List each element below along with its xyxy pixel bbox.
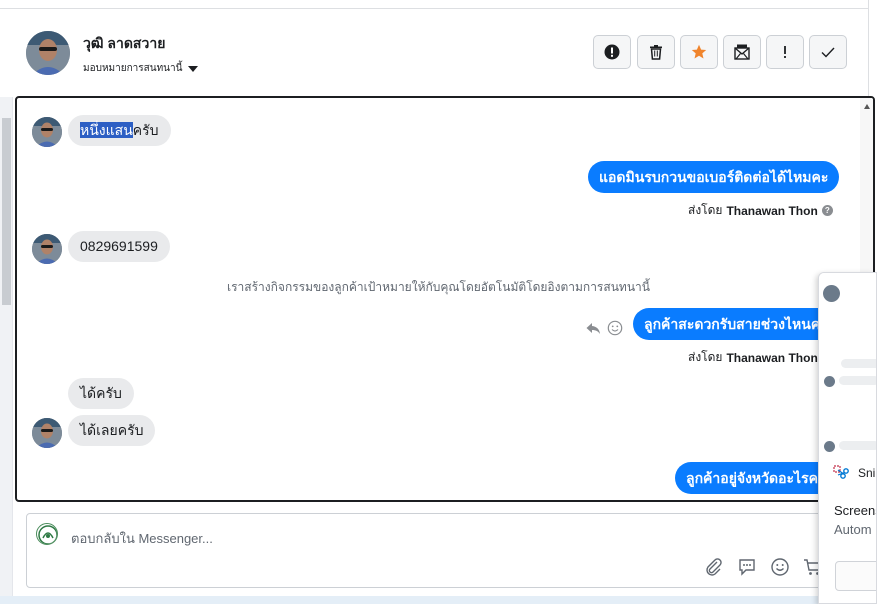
message-bubble-outgoing[interactable]: ลูกค้าอยู่จังหวัดอะไรคะ: [675, 462, 837, 494]
sender-name: Thanawan Thon: [726, 350, 818, 365]
sender-avatar: [32, 234, 62, 264]
attachment-icon[interactable]: [704, 557, 724, 577]
alert-circle-icon: [604, 44, 620, 60]
snip-preview-thumbnail[interactable]: [819, 273, 876, 452]
message-input[interactable]: ตอบกลับใน Messenger...: [71, 528, 213, 549]
caret-down-icon: [188, 65, 199, 72]
thumb-avatar: [824, 441, 835, 452]
snip-notification[interactable]: Snip Screens Autom: [818, 272, 877, 604]
message-bubble-incoming[interactable]: ได้ครับ: [68, 378, 134, 409]
thumb-bubble: [839, 441, 876, 450]
page-scrollbar-thumb[interactable]: [2, 118, 11, 305]
system-notice: เราสร้างกิจกรรมของลูกค้าเป้าหมายให้กับคุ…: [227, 280, 650, 294]
message-text: แอดมินรบกวนขอเบอร์ติดต่อได้ไหมคะ: [599, 169, 829, 185]
notification-action-button[interactable]: [835, 561, 876, 591]
scroll-up-arrow-icon[interactable]: [864, 104, 870, 109]
reply-icon[interactable]: [585, 320, 601, 336]
sender-avatar: [32, 418, 62, 448]
mark-spam-button[interactable]: [593, 35, 631, 69]
message-text: ลูกค้าอยู่จังหวัดอะไรคะ: [686, 470, 826, 486]
snipping-tool-icon: [833, 465, 849, 479]
composer-toolbar: [704, 557, 823, 577]
emoji-reaction-icon[interactable]: [607, 320, 623, 336]
thumb-bubble: [841, 359, 876, 368]
assign-label: มอบหมายการสนทนานี้: [83, 63, 183, 74]
message-bubble-outgoing[interactable]: ลูกค้าสะดวกรับสายช่วงไหนคะ: [633, 308, 839, 340]
top-divider: [0, 8, 868, 9]
snip-app-label: Snip: [833, 465, 876, 481]
done-button[interactable]: [809, 35, 847, 69]
message-actions: [585, 320, 623, 336]
conversation-panel: หนึ่งแสนครับ แอดมินรบกวนขอเบอร์ติดต่อได้…: [15, 96, 875, 502]
trash-icon: [650, 45, 662, 60]
message-text: ได้เลยครับ: [80, 422, 144, 438]
saved-replies-icon[interactable]: [737, 557, 757, 577]
right-divider: [868, 0, 869, 96]
mark-unread-button[interactable]: [723, 35, 761, 69]
important-button[interactable]: [766, 35, 804, 69]
message-bubble-incoming[interactable]: หนึ่งแสนครับ: [68, 115, 171, 146]
envelope-icon: [734, 44, 750, 60]
emoji-icon[interactable]: [770, 557, 790, 577]
delete-button[interactable]: [637, 35, 675, 69]
check-icon: [821, 47, 835, 58]
message-bubble-outgoing[interactable]: แอดมินรบกวนขอเบอร์ติดต่อได้ไหมคะ: [588, 161, 840, 193]
thumb-avatar: [824, 376, 835, 387]
thumb-avatar: [823, 285, 840, 302]
sender-avatar: [32, 117, 62, 147]
message-bubble-incoming[interactable]: ได้เลยครับ: [68, 415, 156, 446]
page-logo-icon: [36, 523, 58, 545]
message-text: ลูกค้าสะดวกรับสายช่วงไหนคะ: [644, 316, 828, 332]
help-icon[interactable]: ?: [821, 205, 833, 216]
bottom-strip: [0, 596, 877, 604]
star-icon: [691, 44, 707, 59]
message-bubble-incoming[interactable]: 0829691599: [68, 231, 170, 262]
message-text: ครับ: [132, 122, 159, 138]
contact-name: วุฒิ ลาดสวาย: [83, 35, 166, 51]
notification-subtitle: Autom: [834, 522, 872, 537]
contact-avatar[interactable]: [26, 31, 70, 75]
exclamation-icon: [784, 46, 786, 58]
sent-by-label: ส่งโดย Thanawan Thon ?: [688, 201, 833, 220]
message-text: 0829691599: [80, 238, 158, 254]
assign-conversation-dropdown[interactable]: มอบหมายการสนทนานี้: [83, 61, 199, 76]
thumb-bubble: [839, 376, 876, 385]
messenger-inbox: วุฒิ ลาดสวาย มอบหมายการสนทนานี้ หนึ่งแสน…: [0, 0, 877, 604]
sender-name: Thanawan Thon: [726, 203, 818, 218]
sent-by-label: ส่งโดย Thanawan Thon: [688, 350, 818, 365]
star-button[interactable]: [680, 35, 718, 69]
notification-title: Screens: [834, 503, 877, 518]
selected-text: หนึ่งแสน: [80, 122, 133, 138]
reply-composer[interactable]: ตอบกลับใน Messenger...: [26, 513, 826, 588]
message-text: ได้ครับ: [80, 385, 122, 401]
